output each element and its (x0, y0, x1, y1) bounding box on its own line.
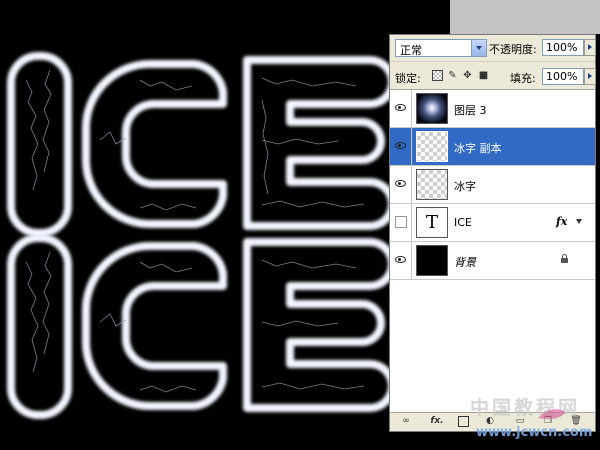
lock-paint-icon[interactable]: ✎ (447, 70, 458, 81)
lock-options-row: 锁定: ✎ ✥ ■ 填充: 100% (390, 62, 596, 90)
layer-row-ice-copy[interactable]: 冰字 副本 (390, 128, 595, 166)
lock-all-icon[interactable]: ■ (478, 70, 489, 81)
lock-icon (560, 254, 569, 263)
watermark: 中国教程网 www.jcwcn.com (470, 396, 592, 440)
visibility-toggle[interactable] (390, 90, 412, 127)
text-layer-thumbnail: T (416, 207, 448, 238)
layer-name: 图层 3 (454, 104, 487, 117)
hidden-visibility-box (395, 216, 407, 228)
visibility-toggle[interactable] (390, 128, 412, 165)
fx-icon[interactable]: fx (556, 215, 567, 228)
layers-panel: 正常 不透明度: 100% 锁定: ✎ ✥ ■ 填充: 100% 图层 3 冰字… (389, 34, 596, 432)
lock-label: 锁定: (395, 72, 421, 85)
layer-name: 冰字 副本 (454, 142, 502, 155)
watermark-line1: 中国教程网 (470, 396, 580, 419)
fill-label: 填充: (510, 72, 536, 85)
layer-thumbnail (416, 131, 448, 162)
layer-thumbnail (416, 93, 448, 124)
blend-mode-select[interactable]: 正常 (395, 39, 487, 57)
lock-move-icon[interactable]: ✥ (462, 70, 473, 81)
eye-icon (395, 180, 406, 187)
opacity-slider-button[interactable] (584, 39, 596, 56)
eye-icon (395, 256, 406, 263)
visibility-toggle[interactable] (390, 166, 412, 203)
visibility-toggle[interactable] (390, 204, 412, 241)
lock-transparency-icon[interactable] (432, 70, 443, 81)
opacity-input[interactable]: 100% (542, 39, 584, 56)
eye-icon (395, 104, 406, 111)
link-icon[interactable]: ∞ (400, 416, 412, 427)
layer-row-ice-text[interactable]: T ICE fx (390, 204, 595, 242)
fill-slider-button[interactable] (584, 68, 596, 85)
layer-name: 背景 (454, 256, 476, 269)
expand-effects-icon[interactable] (576, 219, 582, 224)
workspace-background (450, 0, 600, 34)
layer-row-ice[interactable]: 冰字 (390, 166, 595, 204)
blend-options-row: 正常 不透明度: 100% (390, 35, 596, 62)
layer-row-layer3[interactable]: 图层 3 (390, 90, 595, 128)
layer-thumbnail (416, 245, 448, 276)
layer-name: 冰字 (454, 180, 476, 193)
fill-input[interactable]: 100% (542, 68, 584, 85)
chevron-down-icon[interactable] (471, 40, 486, 56)
watermark-line2: www.jcwcn.com (476, 425, 592, 440)
blend-mode-value: 正常 (400, 44, 422, 57)
visibility-toggle[interactable] (390, 242, 412, 279)
opacity-label: 不透明度: (489, 43, 537, 56)
layer-thumbnail (416, 169, 448, 200)
layer-row-background[interactable]: 背景 (390, 242, 595, 280)
layer-name: ICE (454, 216, 472, 229)
eye-icon (395, 142, 406, 149)
